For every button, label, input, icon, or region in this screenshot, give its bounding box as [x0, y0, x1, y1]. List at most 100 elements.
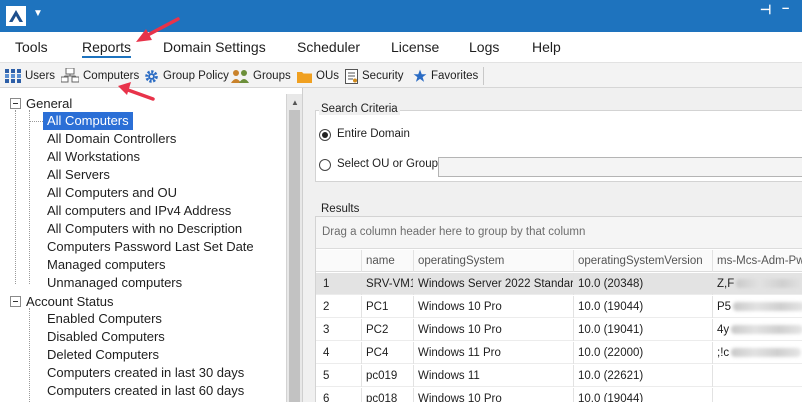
- toolbar-favorites-label: Favorites: [431, 70, 479, 82]
- cell-version: 10.0 (19044): [574, 388, 713, 402]
- tree-item-all-domain-controllers[interactable]: All Domain Controllers: [45, 130, 178, 148]
- menu-domain-settings[interactable]: Domain Settings: [163, 39, 266, 55]
- entire-domain-label[interactable]: Entire Domain: [337, 128, 410, 140]
- cell-version: 10.0 (19041): [574, 319, 713, 341]
- column-header-os-version[interactable]: operatingSystemVersion: [574, 250, 713, 272]
- table-row[interactable]: 4 PC4 Windows 11 Pro 10.0 (22000) ;!c: [316, 342, 802, 364]
- collapse-icon[interactable]: [10, 296, 21, 307]
- tree-item-managed-computers[interactable]: Managed computers: [45, 256, 168, 274]
- entire-domain-radio[interactable]: [319, 129, 331, 141]
- tree-scrollbar[interactable]: ▲: [286, 94, 302, 402]
- security-report-icon: [345, 68, 358, 84]
- column-header-row-number[interactable]: [316, 250, 362, 272]
- menu-license[interactable]: License: [391, 39, 439, 55]
- cell-os: Windows 10 Pro: [414, 319, 574, 341]
- table-row[interactable]: 1 SRV-VM1 Windows Server 2022 Standard 1…: [316, 273, 802, 295]
- app-logo-icon[interactable]: [6, 6, 26, 26]
- select-ou-label[interactable]: Select OU or Group: [337, 158, 438, 170]
- tree-connector: [29, 308, 30, 402]
- pin-icon[interactable]: ⊣: [760, 2, 771, 18]
- ou-group-field[interactable]: [438, 157, 802, 177]
- scrollbar-thumb[interactable]: [289, 110, 300, 402]
- cell-os: Windows 11: [414, 365, 574, 387]
- scroll-up-icon[interactable]: ▲: [287, 94, 303, 110]
- table-row[interactable]: 6 pc018 Windows 10 Pro 10.0 (19044): [316, 388, 802, 402]
- toolbar-users-label: Users: [25, 70, 56, 82]
- tree-item-all-workstations[interactable]: All Workstations: [45, 148, 142, 166]
- menu-tools[interactable]: Tools: [15, 39, 48, 55]
- tree-item-all-servers[interactable]: All Servers: [45, 166, 112, 184]
- tree-connector: [29, 121, 43, 122]
- toolbar-users-button[interactable]: Users: [5, 67, 55, 85]
- redacted-mask: [731, 325, 802, 335]
- results-title: Results: [319, 203, 362, 215]
- collapse-icon[interactable]: [10, 98, 21, 109]
- toolbar-separator: [483, 67, 484, 85]
- tree-item-all-computers[interactable]: All Computers: [43, 112, 133, 130]
- menu-scheduler[interactable]: Scheduler: [297, 39, 360, 55]
- toolbar-ous-button[interactable]: OUs: [297, 67, 339, 85]
- column-header-name[interactable]: name: [362, 250, 414, 272]
- tree-group-account-status[interactable]: Account Status: [26, 294, 113, 309]
- tree-item-computers-ipv4[interactable]: All computers and IPv4 Address: [45, 202, 233, 220]
- minimize-icon[interactable]: –: [782, 0, 789, 15]
- caret-down-icon[interactable]: ▼: [33, 8, 43, 19]
- groups-icon: [231, 69, 249, 83]
- group-by-panel[interactable]: Drag a column header here to group by th…: [316, 217, 802, 249]
- tree-item-created-60-days[interactable]: Computers created in last 60 days: [45, 382, 246, 400]
- cell-password: P5: [713, 296, 802, 318]
- row-number: 6: [316, 388, 362, 402]
- toolbar-security-button[interactable]: Security: [345, 67, 404, 85]
- cell-password: [713, 388, 802, 402]
- title-bar: ▼ ⊣ –: [0, 0, 802, 32]
- table-row[interactable]: 2 PC1 Windows 10 Pro 10.0 (19044) P5: [316, 296, 802, 318]
- report-tree: General All Computers All Domain Control…: [0, 94, 286, 402]
- redacted-mask: [731, 348, 802, 358]
- folder-icon: [297, 71, 312, 83]
- group-by-hint: Drag a column header here to group by th…: [322, 226, 586, 238]
- redacted-mask: [736, 279, 802, 289]
- tree-connector: [15, 110, 16, 284]
- tree-group-general[interactable]: General: [26, 96, 72, 111]
- tree-item-disabled-computers[interactable]: Disabled Computers: [45, 328, 167, 346]
- select-ou-radio[interactable]: [319, 159, 331, 171]
- toolbar-computers-button[interactable]: Computers: [61, 67, 139, 85]
- tree-item-password-last-set[interactable]: Computers Password Last Set Date: [45, 238, 256, 256]
- row-number: 2: [316, 296, 362, 318]
- toolbar-computers-label: Computers: [83, 70, 140, 82]
- results-box: Drag a column header here to group by th…: [315, 216, 802, 402]
- password-text: 4y: [717, 324, 730, 336]
- toolbar-group-policy-button[interactable]: Group Policy: [144, 67, 229, 85]
- menu-reports[interactable]: Reports: [82, 39, 132, 58]
- cell-os: Windows 11 Pro: [414, 342, 574, 364]
- toolbar-groups-button[interactable]: Groups: [231, 67, 291, 85]
- cell-name: pc018: [362, 388, 414, 402]
- toolbar-security-label: Security: [362, 70, 404, 82]
- search-criteria-title: Search Criteria: [319, 103, 400, 115]
- menu-logs[interactable]: Logs: [469, 39, 499, 55]
- toolbar-favorites-button[interactable]: Favorites: [413, 67, 478, 85]
- tree-item-unmanaged-computers[interactable]: Unmanaged computers: [45, 274, 184, 292]
- column-header-laps-password[interactable]: ms-Mcs-Adm-Pwd: [713, 250, 802, 272]
- menu-help[interactable]: Help: [532, 39, 561, 55]
- tree-item-deleted-computers[interactable]: Deleted Computers: [45, 346, 161, 364]
- password-text: Z,F: [717, 278, 735, 290]
- tree-item-enabled-computers[interactable]: Enabled Computers: [45, 310, 164, 328]
- table-row[interactable]: 3 PC2 Windows 10 Pro 10.0 (19041) 4y: [316, 319, 802, 341]
- row-number: 4: [316, 342, 362, 364]
- password-text: ;!c: [717, 347, 730, 359]
- cell-password: ;!c: [713, 342, 802, 364]
- gear-icon: [145, 69, 158, 83]
- column-header-operating-system[interactable]: operatingSystem: [414, 250, 574, 272]
- users-grid-icon: [5, 69, 21, 83]
- tree-item-no-description[interactable]: All Computers with no Description: [45, 220, 244, 238]
- tree-item-all-computers-and-ou[interactable]: All Computers and OU: [45, 184, 179, 202]
- cell-version: 10.0 (22621): [574, 365, 713, 387]
- cell-os: Windows Server 2022 Standard: [414, 273, 574, 295]
- cell-name: PC4: [362, 342, 414, 364]
- table-row[interactable]: 5 pc019 Windows 11 10.0 (22621): [316, 365, 802, 387]
- cell-version: 10.0 (19044): [574, 296, 713, 318]
- tree-item-created-30-days[interactable]: Computers created in last 30 days: [45, 364, 246, 382]
- cell-os: Windows 10 Pro: [414, 388, 574, 402]
- star-icon: [413, 69, 427, 82]
